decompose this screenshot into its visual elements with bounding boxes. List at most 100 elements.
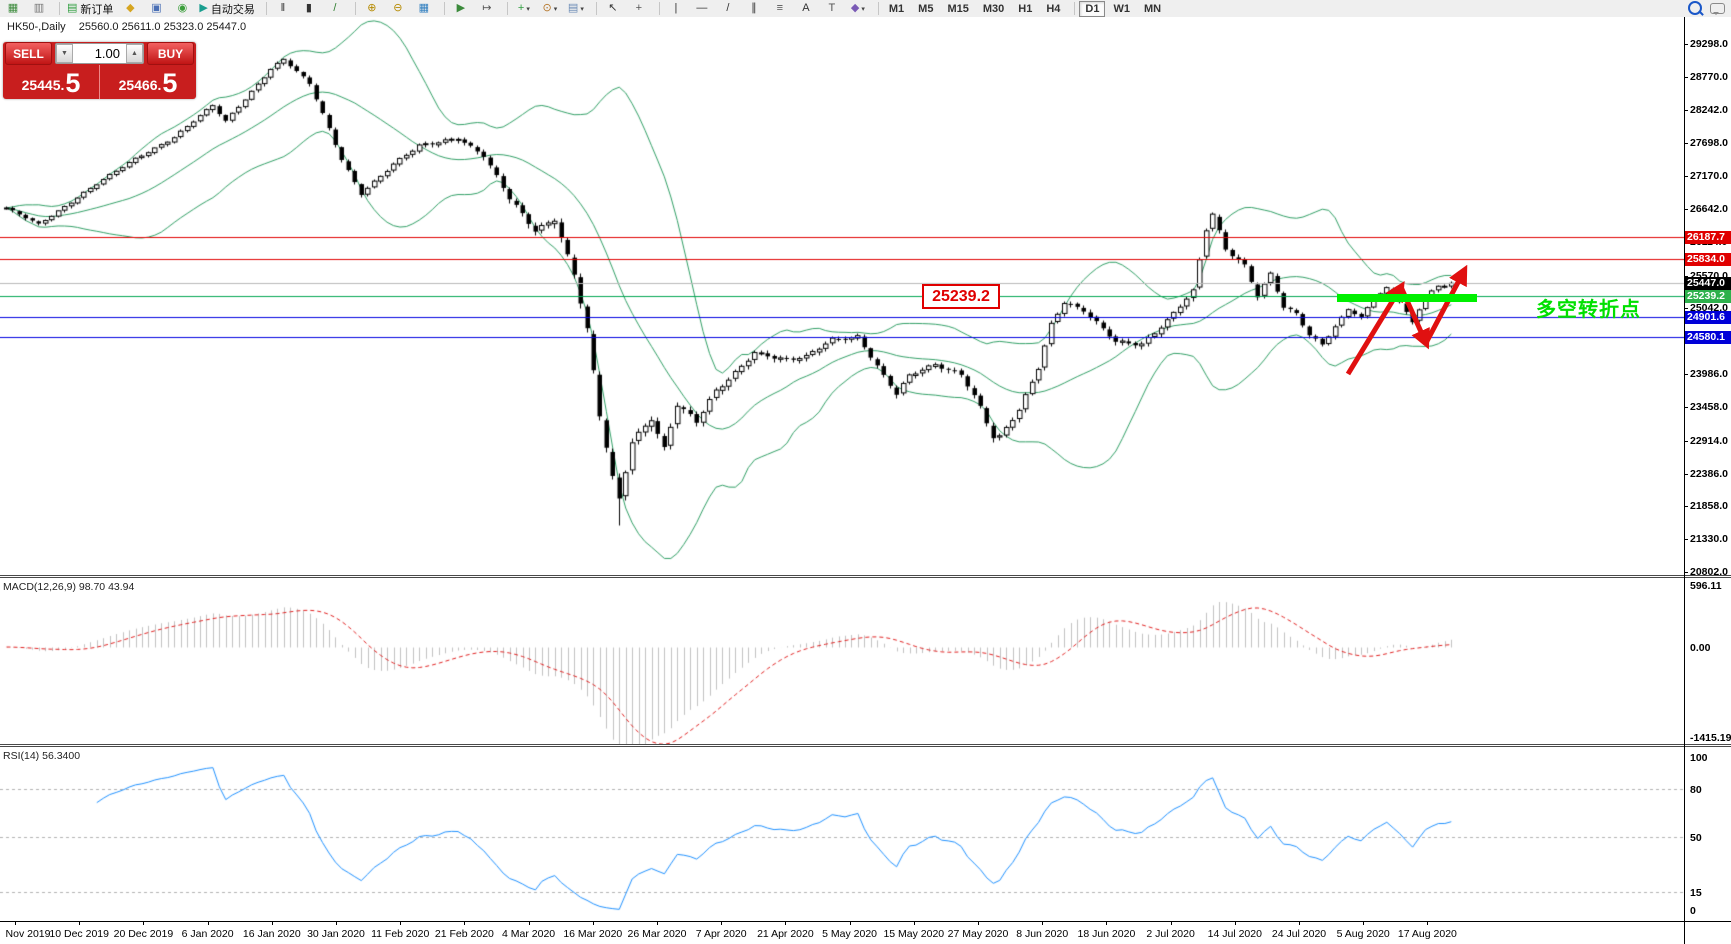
timeframe-m1[interactable]: M1 [883,1,910,17]
rsi-pane-separator[interactable] [0,744,1731,747]
date-tick-mark [1042,921,1043,925]
volume-down-button[interactable]: ▼ [56,44,73,63]
indicators-icon[interactable]: + ▾ [512,0,536,17]
chart-preview-icon[interactable]: ▥ [27,0,51,17]
trendline-icon[interactable]: / [716,0,740,17]
candlestick-chart-icon[interactable]: ▮ [297,0,321,17]
rsi-indicator-label: RSI(14) 56.3400 [3,750,81,762]
timeframe-w1[interactable]: W1 [1107,1,1136,17]
price-tick-mark [1684,374,1688,375]
volume-up-button[interactable]: ▲ [126,44,143,63]
auto-scroll-icon: ▶ [456,2,466,14]
chat-icon[interactable] [1710,2,1725,15]
date-tick-mark [1106,921,1107,925]
tile-windows-icon: ▦ [418,2,430,14]
price-tick-label: 22914.0 [1690,434,1728,447]
text-label-icon: T [828,2,836,14]
autotrading-label: 自动交易 [210,3,255,16]
price-tick-label: 20802.0 [1690,566,1728,578]
text-label-icon[interactable]: T [820,0,844,17]
sell-price[interactable]: 25445. 5 [3,65,99,99]
vertical-line-icon[interactable]: | [664,0,688,17]
toolbar-separator [501,2,508,15]
chart-shift-icon[interactable]: ↦ [475,0,499,17]
terminal-icon[interactable]: ▣ [144,0,168,17]
cursor-icon[interactable]: ↖ [601,0,625,17]
buy-button[interactable]: BUY [147,42,194,65]
eraser-icon[interactable]: ◆ [118,0,142,17]
price-tick-mark [1684,474,1688,475]
macd-pane-separator[interactable] [0,575,1731,578]
indicators-dropdown-arrow[interactable]: ▾ [526,5,530,13]
macd-pane-canvas[interactable] [0,579,1684,744]
toolbar-separator [53,2,60,15]
volume-input[interactable]: 1.00 [73,46,126,61]
price-marker-25447.0: 25447.0 [1685,276,1731,290]
price-tick-mark [1684,77,1688,78]
date-label: 6 Jan 2020 [181,928,234,940]
new-chart-icon[interactable]: ▦ [1,0,25,17]
bar-chart-icon[interactable]: ‖ [271,0,295,17]
autotrading-button[interactable]: ▶ 自动交易 [196,0,257,17]
main-chart-canvas[interactable] [0,17,1684,575]
timeframe-h1[interactable]: H1 [1012,1,1038,17]
text-icon: A [802,2,810,14]
templates-dropdown-arrow[interactable]: ▾ [580,5,584,13]
sell-button[interactable]: SELL [5,42,52,65]
price-marker-24901.6: 24901.6 [1685,310,1731,324]
arrows-icon[interactable]: ◆ ▾ [846,0,870,17]
date-tick-mark [850,921,851,925]
crosshair-icon[interactable]: + [627,0,651,17]
one-click-trading-panel: SELL ▼ 1.00 ▲ BUY 25445. 5 25466. 5 [3,42,196,99]
signals-icon: ◉ [177,2,188,14]
date-label: 21 Apr 2020 [757,928,814,940]
price-tick-mark [1684,176,1688,177]
date-tick-mark [272,921,273,925]
chart-area[interactable]: HK50-,Daily 25560.0 25611.0 25323.0 2544… [0,17,1731,944]
periods-icon[interactable]: ⊙ ▾ [538,0,562,17]
timeframe-h4[interactable]: H4 [1040,1,1066,17]
rsi-pane-canvas[interactable] [0,747,1684,920]
equidistant-channel-icon[interactable]: ∥ [742,0,766,17]
date-label: 18 Jun 2020 [1077,928,1136,940]
rsi-axis-label: 100 [1690,752,1708,764]
signals-icon[interactable]: ◉ [170,0,194,17]
auto-scroll-icon[interactable]: ▶ [449,0,473,17]
horizontal-line-icon[interactable]: — [690,0,714,17]
date-label: 5 Aug 2020 [1336,928,1390,940]
mt4-window: ▦ ▥ ▤ 新订单 ◆ ▣ ◉ ▶ 自动交易 ‖ ▮ / ⊕ ⊖ ▦ ▶ ↦ + ▾ ⊙ ▾ ▤ ▾ ↖ + | — / ∥ ≡ A T ◆ ▾ M… [0,0,1731,944]
volume-stepper[interactable]: ▼ 1.00 ▲ [55,43,144,64]
search-icon[interactable] [1688,1,1702,15]
line-chart-icon[interactable]: / [323,0,347,17]
zoom-out-icon[interactable]: ⊖ [386,0,410,17]
timeframe-m30[interactable]: M30 [977,1,1010,17]
date-label: 26 Mar 2020 [627,928,687,940]
price-marker-25834.0: 25834.0 [1685,252,1731,266]
timeframe-m15[interactable]: M15 [941,1,974,17]
price-tick-mark [1684,572,1688,573]
date-tick-mark [1363,921,1364,925]
zoom-in-icon: ⊕ [367,2,377,14]
date-tick-mark [1235,921,1236,925]
tile-windows-icon[interactable]: ▦ [412,0,436,17]
timeframe-m5[interactable]: M5 [912,1,939,17]
date-tick-mark [464,921,465,925]
fibonacci-icon[interactable]: ≡ [768,0,792,17]
periods-dropdown-arrow[interactable]: ▾ [554,5,558,13]
arrows-dropdown-arrow[interactable]: ▾ [861,5,865,13]
zoom-in-icon[interactable]: ⊕ [360,0,384,17]
timeframe-mn[interactable]: MN [1138,1,1167,17]
date-label: 16 Mar 2020 [563,928,623,940]
price-tick-label: 22386.0 [1690,467,1728,480]
price-marker-26187.7: 26187.7 [1685,230,1731,244]
horizontal-line-icon: — [696,2,708,14]
templates-icon[interactable]: ▤ ▾ [564,0,588,17]
text-icon[interactable]: A [794,0,818,17]
price-tick-label: 26642.0 [1690,203,1728,216]
price-tick-mark [1684,407,1688,408]
timeframe-d1[interactable]: D1 [1079,0,1106,17]
price-marker-24580.1: 24580.1 [1685,330,1731,344]
autotrading-icon: ▶ [199,2,208,14]
buy-price[interactable]: 25466. 5 [100,65,196,99]
new-order-button[interactable]: ▤ 新订单 [64,0,116,17]
